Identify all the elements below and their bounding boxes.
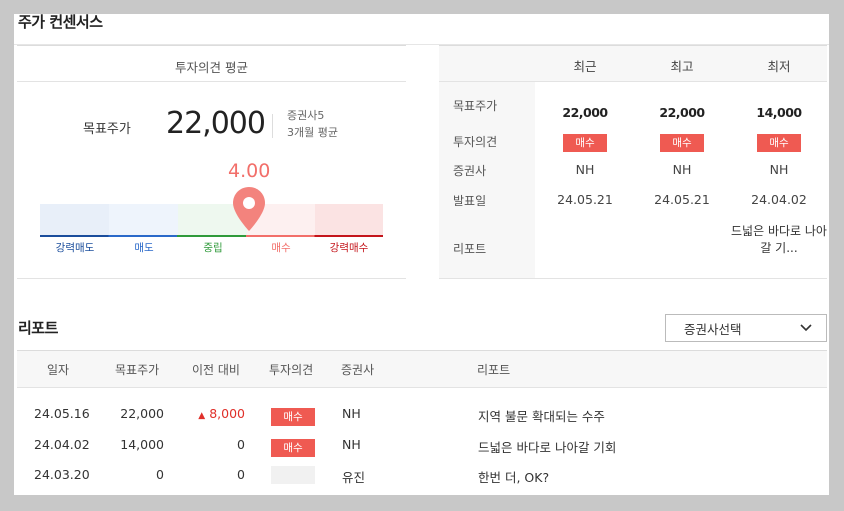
header-change: 이전 대비 <box>192 363 240 377</box>
row-report-title[interactable]: 드넓은 바다로 나아갈 기회 <box>478 437 616 456</box>
row-date: 24.04.02 <box>34 437 90 452</box>
row-broker: NH <box>342 406 361 421</box>
target-price-label: 목표주가 <box>83 122 131 137</box>
opinion-scale <box>40 204 383 237</box>
scale-label-neutral: 중립 <box>203 242 223 254</box>
section-title: 주가 컨센서스 <box>18 14 103 31</box>
row-target: 22,000 <box>120 406 164 421</box>
low-report-link[interactable]: 드넓은 바다로 나아갈 기... <box>731 223 827 257</box>
table-row[interactable]: 24.04.02 14,000 0 매수 NH 드넓은 바다로 나아갈 기회 <box>17 435 827 457</box>
table-row[interactable]: 24.05.16 22,000 ▲ 8,000 매수 NH 지역 불문 확대되는… <box>17 404 827 426</box>
header-opinion: 투자의견 <box>269 363 314 377</box>
low-opinion-badge: 매수 <box>757 134 801 152</box>
recent-target: 22,000 <box>562 105 608 120</box>
opinion-score: 4.00 <box>228 160 271 182</box>
high-opinion-badge: 매수 <box>660 134 704 152</box>
header-date: 일자 <box>47 363 70 377</box>
scale-label-sell: 매도 <box>134 242 154 254</box>
scale-sell <box>109 204 178 235</box>
row-label-opinion: 투자의견 <box>453 135 498 149</box>
header-report: 리포트 <box>477 363 511 377</box>
location-pin-icon <box>233 187 265 231</box>
consensus-panel: 주가 컨센서스 투자의견 평균 목표주가 22,000 증권사5 3개월 평균 … <box>14 14 829 495</box>
row-broker: NH <box>342 437 361 452</box>
header-target: 목표주가 <box>115 363 160 377</box>
col-recent: 최근 <box>573 59 597 74</box>
scale-label-strong-buy: 강력매수 <box>329 242 369 254</box>
row-report-title[interactable]: 지역 불문 확대되는 수주 <box>478 406 605 425</box>
scale-baseline <box>40 235 383 237</box>
high-broker: NH <box>672 162 692 177</box>
scale-strong-buy <box>315 204 383 235</box>
col-high: 최고 <box>670 59 694 74</box>
row-report-title[interactable]: 한번 더, OK? <box>478 467 549 486</box>
recent-opinion-badge: 매수 <box>563 134 607 152</box>
low-date: 24.04.02 <box>751 192 807 207</box>
report-section-title: 리포트 <box>18 319 58 337</box>
dropdown-label: 증권사선택 <box>684 322 742 337</box>
row-target: 0 <box>156 467 164 482</box>
chevron-down-icon <box>800 324 812 332</box>
row-label-broker: 증권사 <box>453 164 487 178</box>
high-target: 22,000 <box>659 105 705 120</box>
row-opinion-empty <box>271 466 315 484</box>
table-row[interactable]: 24.03.20 0 0 유진 한번 더, OK? <box>17 465 827 487</box>
low-broker: NH <box>769 162 789 177</box>
row-label-target: 목표주가 <box>453 99 498 113</box>
row-date: 24.05.16 <box>34 406 90 421</box>
average-title: 투자의견 평균 <box>175 60 248 75</box>
recent-date: 24.05.21 <box>557 192 613 207</box>
row-change: ▲ 8,000 <box>198 406 245 421</box>
high-date: 24.05.21 <box>654 192 710 207</box>
row-opinion-badge: 매수 <box>271 408 315 426</box>
broker-select-dropdown[interactable]: 증권사선택 <box>665 314 827 342</box>
average-period: 3개월 평균 <box>287 126 338 139</box>
row-label-report: 리포트 <box>453 242 487 256</box>
recent-broker: NH <box>575 162 595 177</box>
header-broker: 증권사 <box>341 363 375 377</box>
row-change: 0 <box>237 467 245 482</box>
scale-label-buy: 매수 <box>271 242 291 254</box>
col-low: 최저 <box>767 59 791 74</box>
target-price-value: 22,000 <box>166 106 266 141</box>
row-label-date: 발표일 <box>453 194 487 208</box>
scale-label-strong-sell: 강력매도 <box>55 242 95 254</box>
low-target: 14,000 <box>756 105 802 120</box>
broker-count: 증권사5 <box>287 109 325 122</box>
row-change: 0 <box>237 437 245 452</box>
row-opinion-badge: 매수 <box>271 439 315 457</box>
row-target: 14,000 <box>120 437 164 452</box>
row-broker: 유진 <box>342 470 366 485</box>
scale-strong-sell <box>40 204 109 235</box>
arrow-up-icon: ▲ <box>198 411 206 421</box>
row-date: 24.03.20 <box>34 467 90 482</box>
